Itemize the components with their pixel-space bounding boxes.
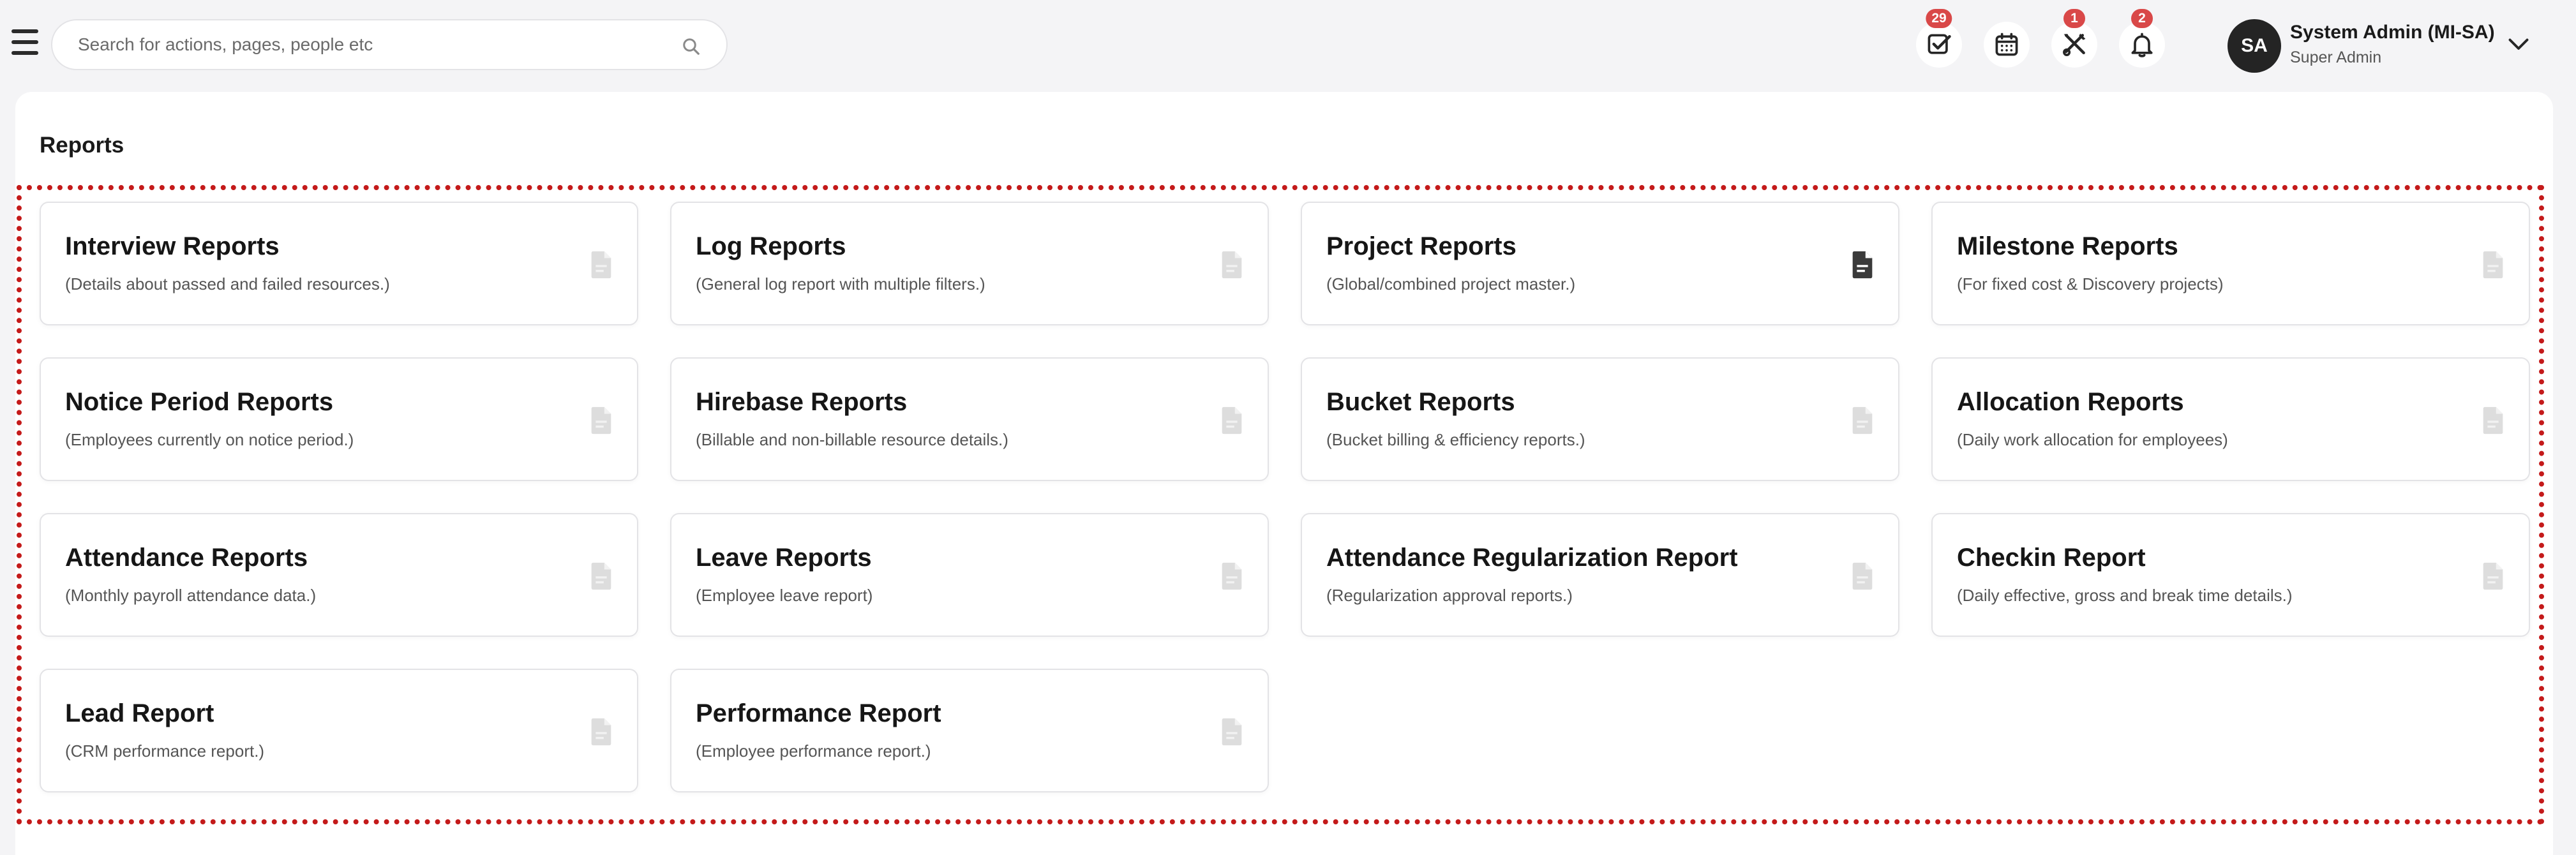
report-card-title: Bucket Reports [1326,388,1515,416]
report-card-project-reports[interactable]: Project Reports (Global/combined project… [1301,202,1899,325]
search-icon[interactable] [682,37,701,56]
report-card-description: (Employee performance report.) [696,741,931,761]
report-card-description: (Global/combined project master.) [1326,274,1576,294]
report-card-checkin-report[interactable]: Checkin Report (Daily effective, gross a… [1931,513,2530,637]
document-icon [591,251,611,279]
document-icon [2483,562,2503,590]
tasks-icon [1928,34,1951,54]
report-card-allocation-reports[interactable]: Allocation Reports (Daily work allocatio… [1931,357,2530,481]
document-icon [591,718,611,746]
report-card-title: Attendance Regularization Report [1326,544,1738,572]
document-icon [1852,251,1873,279]
search-box[interactable] [51,19,728,70]
report-card-description: (Daily effective, gross and break time d… [1957,586,2293,605]
report-card-leave-reports[interactable]: Leave Reports (Employee leave report) [670,513,1269,637]
report-card-title: Checkin Report [1957,544,2146,572]
report-card-description: (Employees currently on notice period.) [65,430,354,449]
report-card-description: (Bucket billing & efficiency reports.) [1326,430,1585,449]
report-card-description: (CRM performance report.) [65,741,265,761]
tools-button[interactable]: 1 [2051,9,2097,68]
tasks-badge: 29 [1926,9,1952,28]
document-icon [1222,251,1242,279]
report-card-title: Notice Period Reports [65,388,334,416]
tasks-button[interactable]: 29 [1916,9,1962,68]
report-card-hirebase-reports[interactable]: Hirebase Reports (Billable and non-billa… [670,357,1269,481]
report-card-description: (Details about passed and failed resourc… [65,274,390,294]
report-card-description: (Regularization approval reports.) [1326,586,1573,605]
calendar-button[interactable] [1984,22,2030,68]
report-card-description: (Daily work allocation for employees) [1957,430,2228,449]
report-card-description: (Monthly payroll attendance data.) [65,586,317,605]
document-icon [1222,562,1242,590]
report-card-lead-report[interactable]: Lead Report (CRM performance report.) [40,669,638,792]
tools-badge: 1 [2063,9,2085,28]
page-title: Reports [40,133,124,158]
user-name[interactable]: System Admin (MI-SA) [2290,22,2495,43]
report-card-title: Attendance Reports [65,544,308,572]
tools-icon [2063,33,2086,56]
report-card-attendance-regularization-report[interactable]: Attendance Regularization Report (Regula… [1301,513,1899,637]
bell-icon [2131,33,2153,57]
report-card-title: Leave Reports [696,544,872,572]
reports-panel: Reports Interview Reports (Details about… [15,92,2553,855]
notifications-button[interactable]: 2 [2119,9,2165,68]
top-bar: 29 1 2 [0,0,2576,89]
report-card-bucket-reports[interactable]: Bucket Reports (Bucket billing & efficie… [1301,357,1899,481]
user-role: Super Admin [2290,48,2382,66]
report-card-description: (Billable and non-billable resource deta… [696,430,1008,449]
report-card-title: Project Reports [1326,232,1516,260]
report-card-title: Log Reports [696,232,846,260]
report-cards-grid: Interview Reports (Details about passed … [40,202,2530,814]
avatar[interactable]: SA [2228,19,2281,73]
document-icon [591,406,611,435]
report-card-interview-reports[interactable]: Interview Reports (Details about passed … [40,202,638,325]
document-icon [2483,251,2503,279]
document-icon [1222,718,1242,746]
report-card-title: Hirebase Reports [696,388,908,416]
hamburger-menu-icon[interactable] [11,29,38,55]
notifications-badge: 2 [2131,9,2153,28]
document-icon [1852,406,1873,435]
document-icon [591,562,611,590]
report-card-milestone-reports[interactable]: Milestone Reports (For fixed cost & Disc… [1931,202,2530,325]
document-icon [1222,406,1242,435]
calendar-icon [1995,33,2018,56]
report-card-title: Lead Report [65,699,214,727]
report-card-title: Interview Reports [65,232,280,260]
report-card-description: (Employee leave report) [696,586,873,605]
document-icon [2483,406,2503,435]
report-card-log-reports[interactable]: Log Reports (General log report with mul… [670,202,1269,325]
search-input[interactable] [78,20,652,69]
report-card-notice-period-reports[interactable]: Notice Period Reports (Employees current… [40,357,638,481]
report-card-title: Allocation Reports [1957,388,2184,416]
report-card-title: Milestone Reports [1957,232,2178,260]
chevron-down-icon[interactable] [2507,36,2530,54]
report-card-performance-report[interactable]: Performance Report (Employee performance… [670,669,1269,792]
report-card-description: (For fixed cost & Discovery projects) [1957,274,2224,294]
document-icon [1852,562,1873,590]
report-card-attendance-reports[interactable]: Attendance Reports (Monthly payroll atte… [40,513,638,637]
report-card-description: (General log report with multiple filter… [696,274,985,294]
report-card-title: Performance Report [696,699,941,727]
